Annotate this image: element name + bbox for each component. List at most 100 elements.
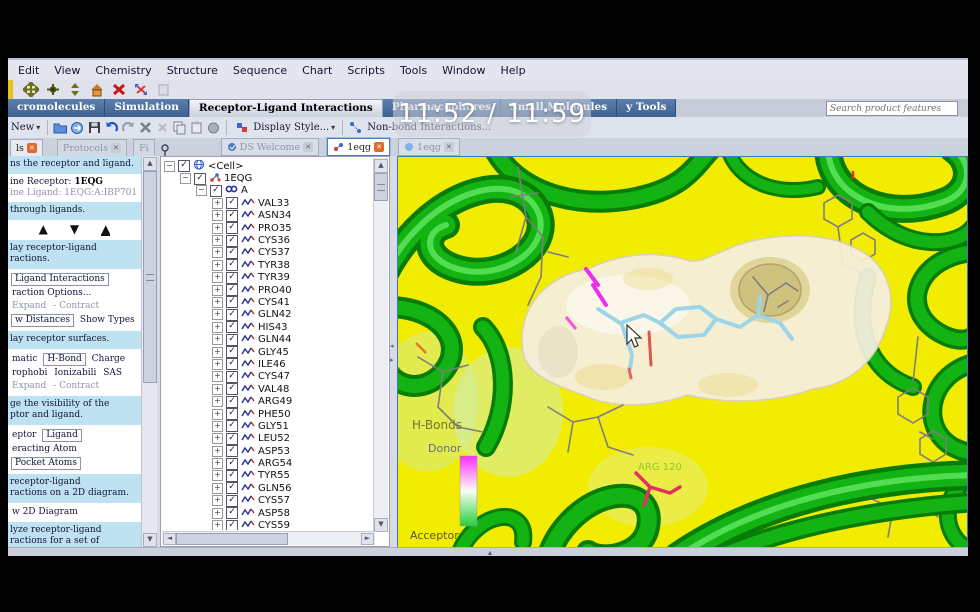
expand-icon[interactable] bbox=[212, 408, 223, 420]
panel-tab-protocols[interactable]: Protocols ✕ bbox=[56, 139, 128, 156]
tree-row-residue[interactable]: CYS41 bbox=[164, 296, 372, 309]
import-icon[interactable] bbox=[70, 120, 85, 135]
tree-row-residue[interactable]: GLN42 bbox=[164, 308, 372, 321]
menu-window[interactable]: Window bbox=[442, 64, 485, 77]
close-icon[interactable]: ✕ bbox=[26, 143, 37, 153]
visibility-checkbox[interactable] bbox=[226, 234, 238, 247]
tree-vertical-scrollbar[interactable]: ▲ ▼ bbox=[373, 158, 388, 532]
close-icon[interactable]: ✕ bbox=[111, 143, 122, 153]
contract-surface-link[interactable]: - Contract bbox=[51, 380, 101, 393]
panel-tab-tools[interactable]: ls ✕ bbox=[10, 139, 43, 156]
tree-row-residue[interactable]: TYR38 bbox=[164, 259, 372, 272]
collapse-icon[interactable] bbox=[180, 173, 191, 185]
panel-splitter[interactable]: ◂ ▸ bbox=[390, 156, 397, 547]
visibility-checkbox[interactable] bbox=[226, 358, 238, 371]
show-types-button[interactable]: Show Types bbox=[78, 314, 137, 327]
visibility-checkbox[interactable] bbox=[226, 395, 238, 408]
expand-icon[interactable] bbox=[212, 346, 223, 358]
expand-icon[interactable] bbox=[212, 482, 223, 494]
ligand-interactions-button[interactable]: Ligand Interactions bbox=[11, 273, 109, 286]
expand-surface-link[interactable]: Expand bbox=[10, 380, 48, 393]
clear-icon[interactable] bbox=[155, 120, 170, 135]
visibility-checkbox[interactable] bbox=[210, 184, 222, 197]
reset-ligand-button[interactable]: ▲ bbox=[101, 223, 111, 236]
tab-receptor-ligand-interactions[interactable]: Receptor-Ligand Interactions bbox=[188, 99, 383, 117]
contract-link[interactable]: - Contract bbox=[51, 300, 101, 313]
tree-row-residue[interactable]: ASP58 bbox=[164, 507, 372, 520]
tree-row-residue[interactable]: TYR55 bbox=[164, 469, 372, 482]
translate-icon[interactable] bbox=[21, 80, 41, 99]
menu-chemistry[interactable]: Chemistry bbox=[95, 64, 151, 77]
scroll-up-icon[interactable]: ▲ bbox=[374, 159, 388, 173]
search-input[interactable] bbox=[826, 101, 958, 116]
tree-row-residue[interactable]: ARG54 bbox=[164, 457, 372, 470]
visibility-checkbox[interactable] bbox=[226, 222, 238, 235]
visibility-checkbox[interactable] bbox=[194, 172, 206, 185]
expand-icon[interactable] bbox=[212, 433, 223, 445]
expand-icon[interactable] bbox=[212, 321, 223, 333]
expand-icon[interactable] bbox=[212, 284, 223, 296]
tree-row-residue[interactable]: CYS36 bbox=[164, 234, 372, 247]
tree-row-residue[interactable]: LEU52 bbox=[164, 432, 372, 445]
collapse-right-icon[interactable]: ▸ bbox=[390, 356, 394, 364]
expand-icon[interactable] bbox=[212, 210, 223, 222]
visibility-checkbox[interactable] bbox=[226, 370, 238, 383]
visibility-checkbox[interactable] bbox=[226, 432, 238, 445]
visibility-checkbox[interactable] bbox=[226, 408, 238, 420]
expand-icon[interactable] bbox=[212, 396, 223, 408]
doc-tab-1eqg[interactable]: 1eqg ✕ bbox=[327, 138, 391, 156]
scrollbar-thumb[interactable] bbox=[176, 533, 288, 545]
tree-row-residue[interactable]: GLN56 bbox=[164, 482, 372, 495]
visibility-checkbox[interactable] bbox=[226, 271, 238, 284]
visibility-checkbox[interactable] bbox=[226, 246, 238, 259]
expand-icon[interactable] bbox=[212, 383, 223, 395]
receptor-visibility-button[interactable]: eptor bbox=[10, 429, 38, 442]
tree-row-cell[interactable]: <Cell> bbox=[164, 160, 372, 173]
fit-to-screen-icon[interactable] bbox=[133, 82, 149, 97]
expand-icon[interactable] bbox=[212, 520, 223, 530]
expand-icon[interactable] bbox=[212, 458, 223, 470]
menu-tools[interactable]: Tools bbox=[400, 64, 427, 77]
visibility-checkbox[interactable] bbox=[226, 445, 238, 458]
close-icon[interactable]: ✕ bbox=[303, 142, 314, 152]
sphere-icon[interactable] bbox=[206, 120, 221, 135]
ionizable-button[interactable]: Ionizabili bbox=[52, 367, 98, 380]
expand-icon[interactable] bbox=[212, 507, 223, 519]
show-distances-button[interactable]: w Distances bbox=[11, 314, 75, 327]
scrollbar-thumb[interactable] bbox=[374, 173, 388, 201]
tree-row-chain[interactable]: A bbox=[164, 184, 372, 197]
tree-row-residue[interactable]: GLN44 bbox=[164, 333, 372, 346]
zoom-icon[interactable] bbox=[67, 82, 83, 97]
expand-icon[interactable] bbox=[212, 197, 223, 209]
tree-row-residue[interactable]: ASN34 bbox=[164, 209, 372, 222]
aromatic-button[interactable]: matic bbox=[10, 353, 39, 366]
tab-tools[interactable]: y Tools bbox=[617, 99, 677, 117]
home-view-icon[interactable] bbox=[89, 82, 105, 97]
charge-button[interactable]: Charge bbox=[90, 353, 127, 366]
tree-row-residue[interactable]: CYS37 bbox=[164, 246, 372, 259]
pin-icon[interactable] bbox=[161, 144, 169, 157]
expand-icon[interactable] bbox=[212, 296, 223, 308]
expand-icon[interactable] bbox=[212, 235, 223, 247]
visibility-checkbox[interactable] bbox=[226, 197, 238, 210]
expand-icon[interactable] bbox=[212, 272, 223, 284]
save-icon[interactable] bbox=[87, 120, 102, 135]
visibility-checkbox[interactable] bbox=[226, 507, 238, 520]
visibility-checkbox[interactable] bbox=[226, 308, 238, 321]
doc-tab-1eqg-2[interactable]: 1eqg ✕ bbox=[398, 138, 460, 156]
paste-icon[interactable] bbox=[189, 120, 204, 135]
doc-tab-ds-welcome[interactable]: DS Welcome ✕ bbox=[220, 138, 320, 156]
undo-icon[interactable] bbox=[104, 120, 119, 135]
show-2d-diagram-link[interactable]: w 2D Diagram bbox=[10, 506, 80, 519]
close-icon[interactable]: ✕ bbox=[374, 142, 385, 152]
visibility-checkbox[interactable] bbox=[226, 321, 238, 334]
tree-row-residue[interactable]: PRO35 bbox=[164, 222, 372, 235]
visibility-checkbox[interactable] bbox=[226, 346, 238, 359]
collapse-icon[interactable] bbox=[196, 185, 207, 197]
visibility-checkbox[interactable] bbox=[226, 284, 238, 297]
scroll-left-icon[interactable]: ◄ bbox=[163, 533, 176, 545]
tree-row-residue[interactable]: TYR39 bbox=[164, 271, 372, 284]
visibility-checkbox[interactable] bbox=[226, 259, 238, 272]
hydrophobic-button[interactable]: rophobi bbox=[10, 367, 49, 380]
ligand-visibility-button[interactable]: Ligand bbox=[42, 429, 82, 442]
